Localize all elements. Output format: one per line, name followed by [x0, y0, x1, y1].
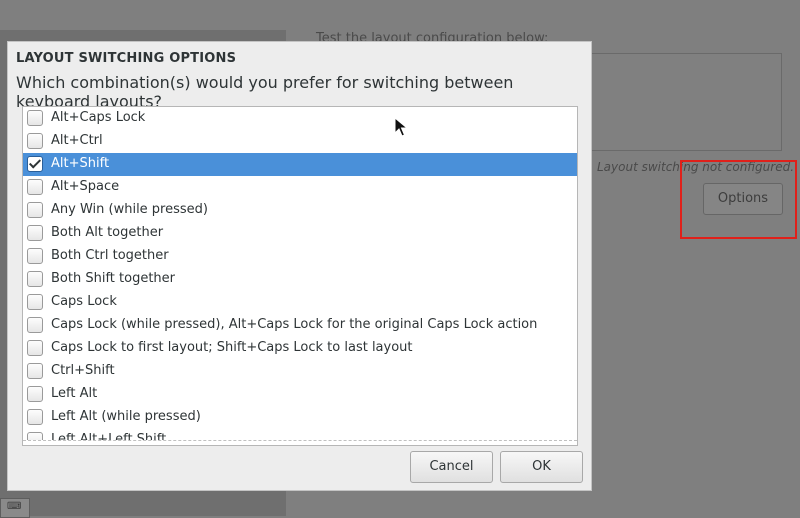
option-row[interactable]: Alt+Ctrl [23, 130, 577, 153]
option-row[interactable]: Caps Lock to first layout; Shift+Caps Lo… [23, 337, 577, 360]
option-checkbox[interactable] [27, 271, 43, 287]
option-label: Left Alt [51, 386, 98, 401]
option-label: Any Win (while pressed) [51, 202, 208, 217]
keyboard-icon: ⌨ [7, 501, 22, 512]
option-label: Caps Lock [51, 294, 117, 309]
option-label: Both Alt together [51, 225, 164, 240]
cancel-button[interactable]: Cancel [410, 451, 493, 483]
option-label: Alt+Shift [51, 156, 110, 171]
list-scroll-edge [23, 440, 577, 445]
option-row[interactable]: Ctrl+Shift [23, 360, 577, 383]
option-label: Caps Lock (while pressed), Alt+Caps Lock… [51, 317, 538, 332]
option-label: Alt+Caps Lock [51, 110, 146, 125]
option-row[interactable]: Both Shift together [23, 268, 577, 291]
option-checkbox[interactable] [27, 317, 43, 333]
option-checkbox[interactable] [27, 409, 43, 425]
option-row[interactable]: Alt+Caps Lock [23, 107, 577, 130]
mouse-pointer-icon [394, 117, 408, 137]
option-row[interactable]: Both Ctrl together [23, 245, 577, 268]
option-label: Ctrl+Shift [51, 363, 115, 378]
option-checkbox[interactable] [27, 225, 43, 241]
option-checkbox[interactable] [27, 202, 43, 218]
dialog-title: LAYOUT SWITCHING OPTIONS [16, 51, 237, 66]
option-checkbox[interactable] [27, 340, 43, 356]
option-checkbox[interactable] [27, 156, 43, 172]
layout-switching-dialog: LAYOUT SWITCHING OPTIONS Which combinati… [7, 41, 592, 491]
option-checkbox[interactable] [27, 294, 43, 310]
option-checkbox[interactable] [27, 110, 43, 126]
keyboard-icon-button: ⌨ [0, 498, 30, 518]
option-row[interactable]: Caps Lock (while pressed), Alt+Caps Lock… [23, 314, 577, 337]
option-checkbox[interactable] [27, 248, 43, 264]
option-row[interactable]: Left Alt (while pressed) [23, 406, 577, 429]
checkmark-icon [28, 156, 42, 169]
option-label: Left Alt (while pressed) [51, 409, 201, 424]
option-row[interactable]: Any Win (while pressed) [23, 199, 577, 222]
switching-options-list[interactable]: Alt+Caps Lock Alt+Ctrl Alt+Shift Alt+Space A… [22, 106, 578, 446]
option-row[interactable]: Left Alt [23, 383, 577, 406]
option-checkbox[interactable] [27, 133, 43, 149]
annotation-highlight-box [680, 160, 797, 239]
option-label: Alt+Ctrl [51, 133, 103, 148]
option-row[interactable]: Alt+Shift [23, 153, 577, 176]
option-checkbox[interactable] [27, 363, 43, 379]
option-checkbox[interactable] [27, 179, 43, 195]
option-row[interactable]: Both Alt together [23, 222, 577, 245]
option-checkbox[interactable] [27, 386, 43, 402]
option-row[interactable]: Caps Lock [23, 291, 577, 314]
option-label: Caps Lock to first layout; Shift+Caps Lo… [51, 340, 413, 355]
option-label: Both Shift together [51, 271, 176, 286]
ok-button[interactable]: OK [500, 451, 583, 483]
option-label: Alt+Space [51, 179, 120, 194]
option-label: Both Ctrl together [51, 248, 169, 263]
option-row[interactable]: Alt+Space [23, 176, 577, 199]
